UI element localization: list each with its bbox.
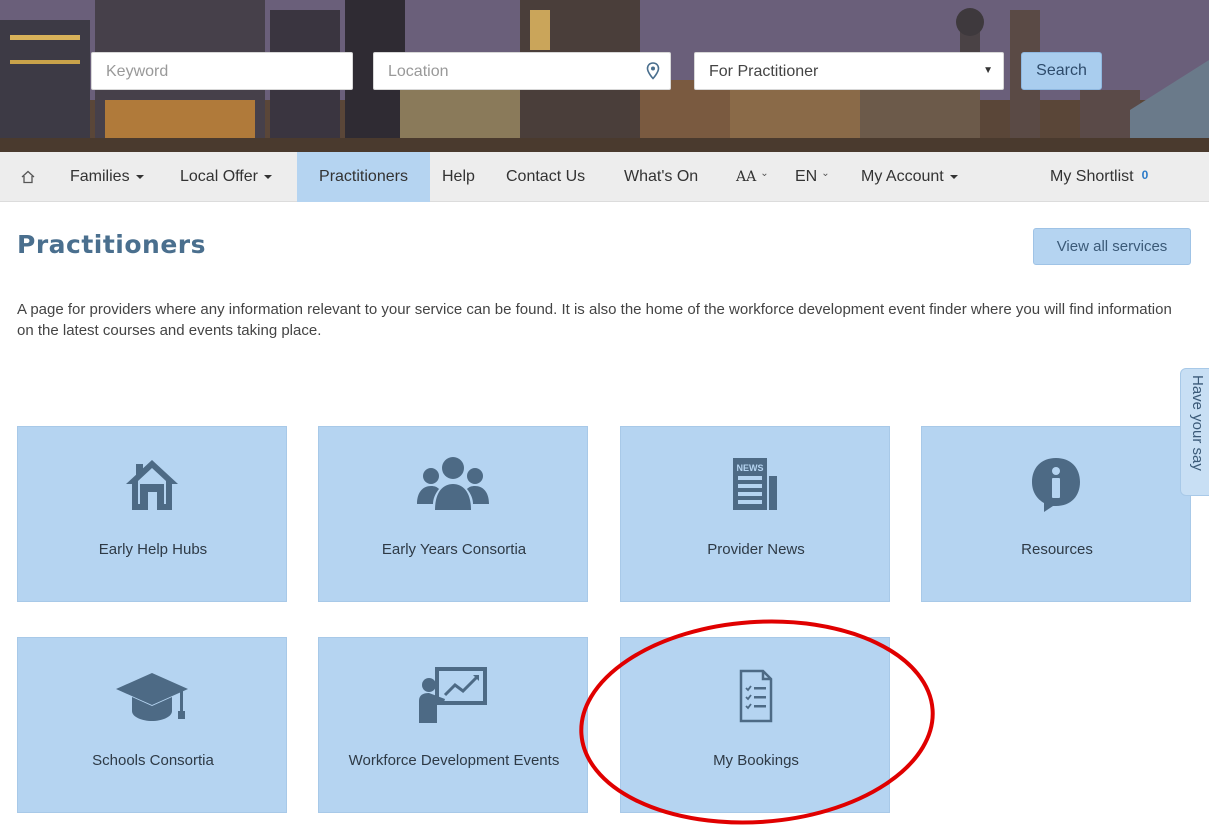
nav-local-offer-label: Local Offer	[180, 168, 258, 185]
chevron-down-icon: ⌄	[760, 167, 769, 179]
view-all-services-button[interactable]: View all services	[1033, 228, 1191, 265]
nav-practitioners[interactable]: Practitioners	[297, 152, 430, 202]
home-nav-link[interactable]	[20, 152, 36, 202]
nav-language[interactable]: EN ⌄	[795, 152, 830, 202]
nav-families[interactable]: Families	[70, 152, 144, 202]
people-group-icon	[417, 457, 489, 510]
tile-label: Schools Consortia	[92, 752, 214, 769]
nav-my-shortlist[interactable]: My Shortlist 0	[1050, 152, 1148, 202]
tile-schools-consortia[interactable]: Schools Consortia	[17, 637, 287, 813]
tile-workforce-development-events[interactable]: Workforce Development Events	[318, 637, 588, 813]
svg-text:NEWS: NEWS	[737, 463, 764, 473]
caret-down-icon	[135, 175, 144, 179]
graduation-cap-icon	[116, 673, 188, 721]
nav-contact-us[interactable]: Contact Us	[506, 152, 585, 202]
page-title: Practitioners	[17, 230, 207, 259]
nav-whats-on-label: What's On	[624, 168, 699, 185]
chevron-down-icon: ⌄	[821, 167, 830, 179]
tile-label: Workforce Development Events	[348, 752, 560, 769]
search-button[interactable]: Search	[1021, 52, 1102, 90]
nav-my-account-label: My Account	[861, 168, 944, 185]
tile-label: My Bookings	[713, 752, 799, 769]
home-icon	[21, 170, 35, 184]
header-banner: Keyword Location For Practitioner ▼ Sear…	[0, 0, 1209, 152]
main-nav: Families Local Offer Practitioners Help …	[0, 152, 1209, 202]
keyword-input[interactable]: Keyword	[91, 52, 353, 90]
have-your-say-label: Have your say	[1189, 375, 1206, 471]
nav-local-offer[interactable]: Local Offer	[180, 152, 272, 202]
tile-provider-news[interactable]: NEWS Provider News	[620, 426, 890, 602]
nav-language-label: EN	[795, 168, 818, 185]
dropdown-arrow-icon: ▼	[983, 65, 993, 76]
tile-label: Provider News	[707, 541, 805, 558]
nav-text-size-label: AA	[736, 169, 757, 185]
nav-whats-on[interactable]: What's On	[624, 152, 698, 202]
presentation-icon	[419, 667, 487, 723]
tile-resources[interactable]: Resources	[921, 426, 1191, 602]
house-icon	[126, 460, 178, 510]
tile-label: Resources	[1021, 541, 1093, 558]
nav-my-shortlist-label: My Shortlist	[1050, 168, 1134, 185]
nav-practitioners-label: Practitioners	[319, 168, 408, 185]
caret-down-icon	[949, 175, 958, 179]
page-intro: A page for providers where any informati…	[17, 301, 1172, 339]
nav-my-account[interactable]: My Account	[861, 152, 958, 202]
nav-text-size[interactable]: AA ⌄	[736, 152, 769, 202]
audience-select[interactable]: For Practitioner ▼	[694, 52, 1004, 90]
location-input[interactable]: Location	[373, 52, 671, 90]
tile-early-years-consortia[interactable]: Early Years Consortia	[318, 426, 588, 602]
info-bubble-icon	[1032, 458, 1080, 512]
tile-my-bookings[interactable]: My Bookings	[620, 637, 890, 813]
audience-select-value: For Practitioner	[709, 63, 819, 80]
nav-families-label: Families	[70, 168, 130, 185]
tile-label: Early Years Consortia	[381, 541, 527, 558]
caret-down-icon	[263, 175, 272, 179]
nav-contact-us-label: Contact Us	[506, 168, 586, 185]
tile-label: Early Help Hubs	[98, 541, 208, 558]
nav-help-label: Help	[442, 168, 475, 185]
tile-early-help-hubs[interactable]: Early Help Hubs	[17, 426, 287, 602]
nav-help[interactable]: Help	[442, 152, 475, 202]
location-pin-icon[interactable]	[646, 62, 660, 80]
newspaper-icon: NEWS	[733, 458, 777, 510]
shortlist-count-badge: 0	[1141, 168, 1149, 182]
checklist-document-icon	[739, 669, 773, 723]
have-your-say-tab[interactable]: Have your say	[1180, 368, 1209, 496]
